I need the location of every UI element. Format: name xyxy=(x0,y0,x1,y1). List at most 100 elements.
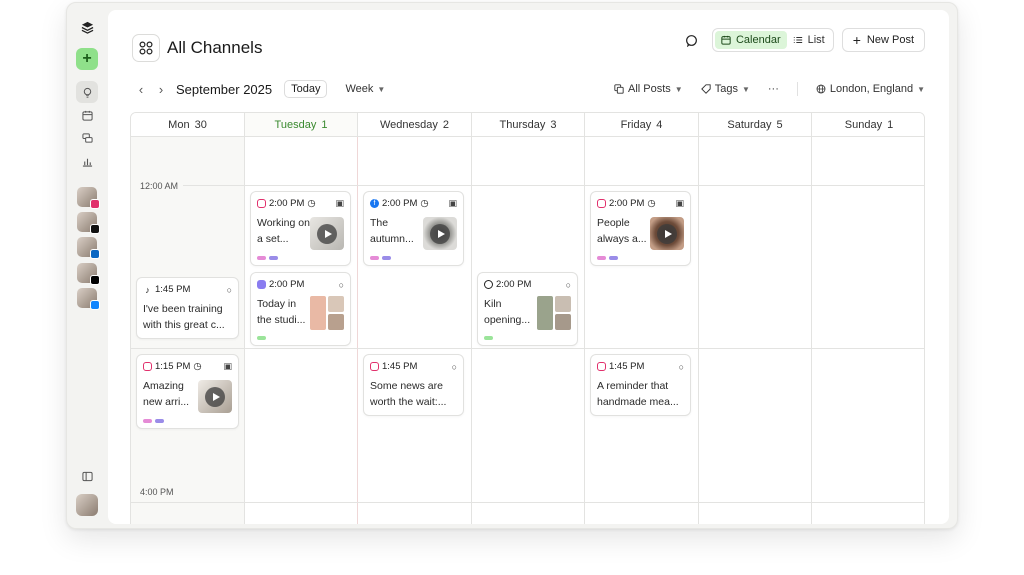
day-header-tue[interactable]: Tuesday 1 xyxy=(245,113,358,137)
day-number: 1 xyxy=(321,118,328,131)
globe-icon xyxy=(816,84,826,94)
post-card[interactable]: 1:45 PM ○ A reminder that handmade mea... xyxy=(590,354,691,416)
day-name: Mon xyxy=(168,118,190,131)
timezone-dropdown[interactable]: London, England ▼ xyxy=(816,83,925,95)
image-thumb xyxy=(537,296,553,330)
instagram-icon xyxy=(370,362,379,371)
time-label: 4:00 PM xyxy=(140,487,174,497)
analytics-icon[interactable] xyxy=(76,150,98,172)
list-view-label: List xyxy=(807,34,825,46)
day-number: 2 xyxy=(442,118,449,131)
post-time: 2:00 PM xyxy=(382,198,418,209)
hour-line xyxy=(131,502,924,503)
reel-icon: ▣ xyxy=(675,198,684,208)
account-avatar-instagram[interactable] xyxy=(77,187,100,209)
post-card[interactable]: 2:00 PM ◷ ▣ Working on a set... xyxy=(250,191,351,266)
post-text: Working on a set... xyxy=(257,217,310,245)
page-title: All Channels xyxy=(167,38,263,57)
day-header-fri[interactable]: Friday 4 xyxy=(585,113,699,137)
post-text: People always a... xyxy=(597,217,647,245)
user-avatar[interactable] xyxy=(76,494,98,516)
day-column-sat[interactable] xyxy=(699,137,812,524)
calendar-view-tab[interactable]: Calendar xyxy=(714,31,787,49)
post-card[interactable]: 2:00 PM ○ Kiln opening... xyxy=(477,272,578,346)
post-card[interactable]: 1:15 PM ◷ ▣ Amazing new arri... xyxy=(136,354,239,429)
image-thumb xyxy=(328,314,344,330)
new-post-button[interactable]: + New Post xyxy=(841,28,925,52)
post-card[interactable]: f 2:00 PM ◷ ▣ The autumn... xyxy=(363,191,464,266)
day-header-sun[interactable]: Sunday 1 xyxy=(812,113,924,137)
posts-filter-label: All Posts xyxy=(628,83,671,95)
tag-pill xyxy=(484,336,493,340)
grid-channels-icon xyxy=(132,34,160,62)
instagram-reel-icon: ▣ xyxy=(335,198,344,208)
clock-icon: ◷ xyxy=(647,198,656,209)
timezone-label: London, England xyxy=(829,83,914,95)
new-post-label: New Post xyxy=(866,34,914,46)
day-header-thu[interactable]: Thursday 3 xyxy=(472,113,585,137)
tags-filter-dropdown[interactable]: Tags ▼ xyxy=(700,83,750,95)
image-thumb xyxy=(555,296,571,312)
chat-bubbles-icon[interactable] xyxy=(76,127,98,149)
main-panel: All Channels Calendar List + New Post ‹ … xyxy=(108,10,949,524)
day-header-mon[interactable]: Mon 30 xyxy=(131,113,245,137)
chevron-down-icon: ▼ xyxy=(377,84,386,94)
hour-line xyxy=(183,185,924,186)
more-options-button[interactable]: ··· xyxy=(768,83,779,95)
today-button[interactable]: Today xyxy=(284,80,328,98)
post-card[interactable]: ♪ 1:45 PM ○ I've been training with this g… xyxy=(136,277,239,339)
reel-icon: ▣ xyxy=(448,198,457,208)
play-icon xyxy=(205,386,225,407)
hour-line xyxy=(131,348,924,349)
account-avatar-x[interactable] xyxy=(77,263,100,285)
instagram-icon xyxy=(257,199,266,208)
calendar-nav-icon[interactable] xyxy=(76,104,98,126)
account-avatar-threads[interactable] xyxy=(77,212,100,234)
image-grid-thumbnail[interactable] xyxy=(537,296,571,330)
day-name: Wednesday xyxy=(379,118,438,131)
image-thumb xyxy=(555,314,571,330)
post-time: 1:15 PM xyxy=(155,361,191,372)
post-card[interactable]: 2:00 PM ◷ ▣ People always a... xyxy=(590,191,691,266)
comments-icon[interactable] xyxy=(680,28,704,52)
facebook-icon: f xyxy=(370,199,379,208)
post-time: 1:45 PM xyxy=(155,284,191,295)
account-avatar-bluesky[interactable] xyxy=(77,288,100,310)
app-window: + All Channels Calendar List + New Post … xyxy=(66,2,958,529)
account-avatar-linkedin[interactable] xyxy=(77,237,100,259)
reel-icon: ▣ xyxy=(223,361,232,371)
video-thumbnail[interactable] xyxy=(198,380,232,413)
calendar-toolbar: ‹ › September 2025 Today Week ▼ All Posts… xyxy=(134,79,925,99)
tag-pill xyxy=(257,336,266,340)
day-header-wed[interactable]: Wednesday 2 xyxy=(358,113,472,137)
range-dropdown[interactable]: Week ▼ xyxy=(345,83,385,95)
instagram-icon xyxy=(597,362,606,371)
video-thumbnail[interactable] xyxy=(310,217,344,250)
instagram-icon xyxy=(597,199,606,208)
plus-icon: + xyxy=(852,32,861,48)
next-week-button[interactable]: › xyxy=(154,82,168,97)
image-thumb xyxy=(310,296,326,330)
day-column-sun[interactable] xyxy=(812,137,924,524)
list-view-tab[interactable]: List xyxy=(787,31,831,49)
posts-filter-dropdown[interactable]: All Posts ▼ xyxy=(614,83,683,95)
video-thumbnail[interactable] xyxy=(423,217,457,250)
day-header-sat[interactable]: Saturday 5 xyxy=(699,113,812,137)
tag-pill xyxy=(370,256,379,260)
create-plus-button[interactable]: + xyxy=(76,48,98,70)
calendar-icon xyxy=(721,35,731,45)
day-number: 4 xyxy=(656,118,663,131)
lightbulb-icon[interactable] xyxy=(76,81,98,103)
day-name: Friday xyxy=(620,118,652,131)
comment-icon: ○ xyxy=(226,284,232,295)
post-card[interactable]: 2:00 PM ○ Today in the studi... xyxy=(250,272,351,346)
layers-logo-icon[interactable] xyxy=(76,16,98,38)
clock-icon: ◷ xyxy=(420,198,429,209)
post-card[interactable]: 1:45 PM ○ Some news are worth the wait:..… xyxy=(363,354,464,416)
tag-pill xyxy=(155,419,164,423)
video-thumbnail[interactable] xyxy=(650,217,684,250)
collapse-sidebar-icon[interactable] xyxy=(76,465,98,487)
prev-week-button[interactable]: ‹ xyxy=(134,82,148,97)
image-grid-thumbnail[interactable] xyxy=(310,296,344,330)
post-text: Today in the studi... xyxy=(257,298,306,326)
